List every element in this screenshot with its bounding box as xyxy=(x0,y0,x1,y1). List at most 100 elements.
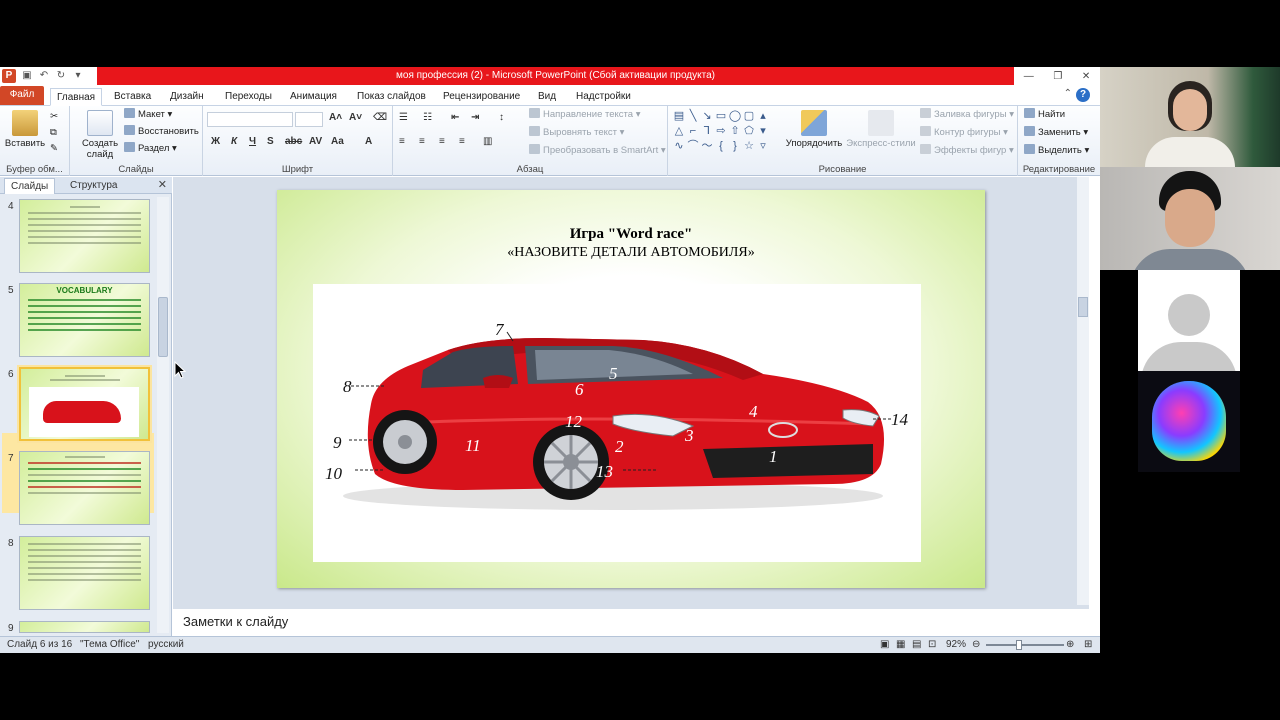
notes-pane[interactable]: Заметки к слайду xyxy=(173,605,1089,635)
tab-home[interactable]: Главная xyxy=(50,88,103,106)
layout-button[interactable]: Макет ▾ xyxy=(124,108,172,122)
theme-name[interactable]: "Тема Office" xyxy=(80,639,139,650)
smartart-button[interactable]: Преобразовать в SmartArt ▾ xyxy=(529,144,666,158)
editor-scrollbar-thumb[interactable] xyxy=(1078,297,1088,317)
align-right-icon[interactable]: ≡ xyxy=(439,136,445,147)
slide-thumbnail-5[interactable]: VOCABULARY xyxy=(19,283,150,357)
tab-animation[interactable]: Анимация xyxy=(284,88,343,106)
tab-view[interactable]: Вид xyxy=(532,88,562,106)
tab-file[interactable]: Файл xyxy=(0,86,44,105)
slide-sorter-icon[interactable]: ▦ xyxy=(896,639,905,650)
line-shape-icon[interactable]: ╲ xyxy=(686,109,700,124)
save-icon[interactable]: ▣ xyxy=(21,70,33,82)
rounded-rect-shape-icon[interactable]: ▢ xyxy=(742,109,756,124)
strikethrough-icon[interactable]: abc xyxy=(285,136,302,147)
minimize-icon[interactable]: — xyxy=(1024,71,1034,82)
grow-font-icon[interactable]: A˄ xyxy=(329,112,342,123)
zoom-slider-handle[interactable] xyxy=(1016,640,1022,650)
font-size-select[interactable] xyxy=(295,112,323,127)
slide-subtitle[interactable]: «НАЗОВИТЕ ДЕТАЛИ АВТОМОБИЛЯ» xyxy=(277,245,985,261)
triangle-shape-icon[interactable]: △ xyxy=(672,124,686,139)
restore-icon[interactable]: ❐ xyxy=(1053,71,1062,82)
zoom-level[interactable]: 92% xyxy=(946,639,966,650)
tab-addins[interactable]: Надстройки xyxy=(570,88,637,106)
up-arrow-shape-icon[interactable]: ⇧ xyxy=(728,124,742,139)
increase-indent-icon[interactable]: ⇥ xyxy=(471,112,479,123)
current-slide[interactable]: Игра "Word race" «НАЗОВИТЕ ДЕТАЛИ АВТОМО… xyxy=(277,190,985,588)
pentagon-shape-icon[interactable]: ⬠ xyxy=(742,124,756,139)
fit-slide-icon[interactable]: ⊞ xyxy=(1084,639,1092,650)
shrink-font-icon[interactable]: A˅ xyxy=(349,112,362,123)
shape-outline-button[interactable]: Контур фигуры ▾ xyxy=(920,126,1008,140)
numbering-icon[interactable]: ☷ xyxy=(423,112,432,123)
justify-icon[interactable]: ≡ xyxy=(459,136,465,147)
cut-icon[interactable]: ✂ xyxy=(50,110,58,124)
scribble-shape-icon[interactable]: 〜 xyxy=(700,139,714,154)
tab-slideshow[interactable]: Показ слайдов xyxy=(351,88,432,106)
help-icon[interactable]: ? xyxy=(1076,88,1090,102)
shapes-gallery[interactable]: ▤ ╲ ↘ ▭ ◯ ▢ ▴ △ ⌐ ⅂ ⇨ ⇧ ⬠ ▾ ∿ ⌒ 〜{} ☆ ▿ xyxy=(672,109,772,155)
align-left-icon[interactable]: ≡ xyxy=(399,136,405,147)
reading-view-icon[interactable]: ▤ xyxy=(912,639,921,650)
arrange-button[interactable]: Упорядочить xyxy=(784,110,844,149)
video-tile-participant-2[interactable] xyxy=(1100,167,1280,270)
brace-left-shape-icon[interactable]: { xyxy=(714,139,728,154)
slide-thumbnail-6[interactable] xyxy=(19,367,150,441)
char-spacing-icon[interactable]: AV xyxy=(309,136,322,147)
align-text-button[interactable]: Выровнять текст ▾ xyxy=(529,126,624,140)
quick-styles-button[interactable]: Экспресс-стили xyxy=(846,110,916,149)
arrow-line-shape-icon[interactable]: ↘ xyxy=(700,109,714,124)
language-indicator[interactable]: русский xyxy=(148,639,184,650)
underline-icon[interactable]: Ч xyxy=(249,136,256,147)
scrollbar-thumb[interactable] xyxy=(158,297,168,357)
slide-thumbnail-4[interactable] xyxy=(19,199,150,273)
star-shape-icon[interactable]: ☆ xyxy=(742,139,756,154)
shape-fill-button[interactable]: Заливка фигуры ▾ xyxy=(920,108,1014,122)
text-direction-button[interactable]: Направление текста ▾ xyxy=(529,108,640,122)
more-shapes-icon[interactable]: ▴ xyxy=(756,109,770,124)
car-picture[interactable]: 1 2 3 4 5 6 7 8 9 10 11 12 13 14 xyxy=(313,284,921,562)
video-tile-participant-4[interactable] xyxy=(1138,371,1240,472)
connector-shape-icon[interactable]: ⅂ xyxy=(700,124,714,139)
tab-slides[interactable]: Слайды xyxy=(4,178,56,194)
line-spacing-icon[interactable]: ↕ xyxy=(499,112,504,123)
italic-icon[interactable]: К xyxy=(231,136,237,147)
rectangle-shape-icon[interactable]: ▭ xyxy=(714,109,728,124)
font-color-icon[interactable]: A xyxy=(365,136,372,147)
decrease-indent-icon[interactable]: ⇤ xyxy=(451,112,459,123)
format-painter-icon[interactable]: ✎ xyxy=(50,142,58,156)
close-pane-icon[interactable]: ✕ xyxy=(158,178,167,191)
tab-review[interactable]: Рецензирование xyxy=(437,88,526,106)
freeform-shape-icon[interactable]: ⌒ xyxy=(686,139,700,154)
gallery-expand-icon[interactable]: ▿ xyxy=(756,139,770,154)
more-shapes-down-icon[interactable]: ▾ xyxy=(756,124,770,139)
new-slide-button[interactable]: Создать слайд xyxy=(80,110,120,160)
zoom-in-icon[interactable]: ⊕ xyxy=(1066,639,1074,650)
textbox-shape-icon[interactable]: ▤ xyxy=(672,109,686,124)
shadow-icon[interactable]: S xyxy=(267,136,274,147)
replace-button[interactable]: Заменить ▾ xyxy=(1024,126,1088,140)
tab-design[interactable]: Дизайн xyxy=(164,88,210,106)
collapse-ribbon-icon[interactable]: ⌃ xyxy=(1064,88,1072,99)
slide-thumbnail-8[interactable] xyxy=(19,536,150,610)
undo-icon[interactable]: ↶ xyxy=(38,70,50,82)
elbow-shape-icon[interactable]: ⌐ xyxy=(686,124,700,139)
oval-shape-icon[interactable]: ◯ xyxy=(728,109,742,124)
zoom-slider[interactable] xyxy=(986,644,1064,646)
slides-pane-scrollbar[interactable] xyxy=(157,197,169,633)
tab-outline[interactable]: Структура xyxy=(64,178,123,194)
customize-toolbar-icon[interactable]: ▾ xyxy=(72,70,84,82)
section-button[interactable]: Раздел ▾ xyxy=(124,142,177,156)
editor-scrollbar[interactable] xyxy=(1077,177,1089,605)
close-icon[interactable]: ✕ xyxy=(1082,71,1090,82)
bold-icon[interactable]: Ж xyxy=(211,136,220,147)
slide-title[interactable]: Игра "Word race" xyxy=(277,226,985,243)
find-button[interactable]: Найти xyxy=(1024,108,1065,122)
align-center-icon[interactable]: ≡ xyxy=(419,136,425,147)
reset-button[interactable]: Восстановить xyxy=(124,125,199,139)
copy-icon[interactable]: ⧉ xyxy=(50,126,57,140)
bullets-icon[interactable]: ☰ xyxy=(399,112,408,123)
brace-right-shape-icon[interactable]: } xyxy=(728,139,742,154)
video-tile-participant-1[interactable] xyxy=(1100,67,1280,167)
select-button[interactable]: Выделить ▾ xyxy=(1024,144,1089,158)
